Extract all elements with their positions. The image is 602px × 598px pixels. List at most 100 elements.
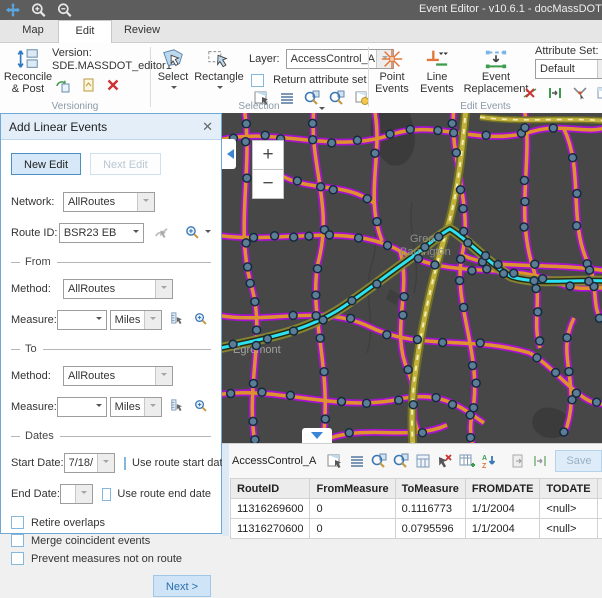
end-date-combo[interactable] (60, 484, 94, 504)
use-route-start-checkbox[interactable] (124, 457, 126, 470)
table-layer-name[interactable]: AccessControl_A (232, 455, 316, 467)
from-measure-select-icon[interactable] (170, 312, 184, 328)
next-button[interactable]: Next > (153, 575, 211, 597)
merge-coincident-checkbox[interactable] (11, 534, 24, 547)
to-unit-dropdown[interactable]: Miles (110, 397, 162, 417)
map-zoom-out-button[interactable]: − (252, 169, 284, 199)
reconcile-icon[interactable] (55, 77, 71, 93)
to-method-caret[interactable] (155, 367, 172, 385)
tab-edit[interactable]: Edit (58, 20, 112, 43)
from-measure-combo[interactable] (57, 310, 107, 330)
prevent-measures-checkbox[interactable] (11, 552, 24, 565)
column-frommeasure[interactable]: FromMeasure (310, 479, 395, 499)
pan-icon[interactable] (4, 2, 22, 18)
route-zoom-icon[interactable] (185, 225, 200, 241)
select-features-icon[interactable] (327, 453, 343, 469)
map-zoom-in-button[interactable]: + (252, 140, 284, 170)
collapse-table-button[interactable] (302, 428, 332, 443)
split-measure-icon[interactable] (532, 453, 548, 469)
delete-event-icon[interactable] (522, 85, 538, 101)
rectangle-button[interactable]: Rectangle (193, 46, 245, 98)
new-edit-button[interactable]: New Edit (11, 153, 81, 175)
calculate-icon[interactable] (415, 453, 431, 469)
from-measure-label: Measure: (11, 314, 57, 326)
route-zoom-caret[interactable] (205, 230, 211, 236)
to-measure-zoom-icon[interactable] (194, 399, 208, 415)
close-icon[interactable]: ✕ (202, 119, 213, 135)
end-date-caret[interactable] (75, 485, 92, 503)
from-unit-dropdown[interactable]: Miles (110, 310, 162, 330)
ribbon: Reconcile & Post Version: SDE.MASSDOT_ed… (0, 43, 602, 114)
table-row[interactable]: 11316269600 0 0.1116773 1/1/2004 <null> … (231, 499, 602, 519)
version-label: Version: (52, 47, 152, 60)
column-accesscontrol[interactable]: AC (597, 479, 602, 499)
line-events-button[interactable]: Line Events (415, 46, 459, 98)
network-dropdown[interactable]: AllRoutes (63, 192, 155, 212)
table-toolbar: AccessControl_A AZ Save (232, 449, 602, 473)
new-version-icon[interactable] (80, 77, 96, 93)
attribute-set-caret[interactable] (597, 60, 602, 78)
pan-selection-icon[interactable] (393, 453, 409, 469)
group-versioning: Reconcile & Post Version: SDE.MASSDOT_ed… (0, 43, 150, 113)
collapse-panel-button[interactable] (222, 139, 236, 169)
chevron-left-icon (222, 149, 234, 159)
attribute-set-dropdown[interactable]: Default (535, 59, 602, 79)
event-window-icon[interactable] (597, 85, 602, 101)
attribute-list-icon[interactable] (349, 453, 365, 469)
delete-version-icon[interactable] (105, 77, 121, 93)
to-measure-caret[interactable] (92, 404, 106, 410)
retire-overlaps-label: Retire overlaps (31, 517, 105, 529)
zoom-in-icon[interactable] (30, 2, 48, 18)
panel-title: Add Linear Events (9, 120, 202, 134)
from-method-label: Method: (11, 283, 63, 295)
retire-overlaps-checkbox[interactable] (11, 516, 24, 529)
merge-event-icon[interactable] (572, 85, 588, 101)
from-measure-caret[interactable] (92, 317, 106, 323)
from-unit-caret[interactable] (144, 311, 161, 329)
route-id-combo[interactable]: BSR23 EB (59, 223, 144, 243)
tab-map[interactable]: Map (10, 20, 56, 41)
map-canvas[interactable]: Egremont Great Barrington + − (222, 113, 602, 443)
return-attribute-set-checkbox[interactable] (251, 74, 264, 87)
svg-text:A: A (482, 455, 487, 462)
reconcile-post-button[interactable]: Reconcile & Post (2, 46, 54, 98)
reconcile-post-icon (2, 47, 54, 71)
page-forward-icon[interactable] (510, 453, 526, 469)
start-date-caret[interactable] (97, 454, 114, 472)
use-route-end-checkbox[interactable] (102, 488, 111, 501)
select-button[interactable]: Select (153, 46, 193, 98)
column-fromdate[interactable]: FROMDATE (465, 479, 540, 499)
add-record-icon[interactable] (459, 453, 475, 469)
clear-selection-icon[interactable] (437, 453, 453, 469)
tab-review[interactable]: Review (114, 20, 170, 41)
route-id-label: Route ID: (11, 227, 59, 239)
route-select-icon[interactable] (154, 225, 169, 241)
versioning-group-label: Versioning (0, 101, 150, 112)
table-row[interactable]: 11316270600 0 0.0795596 1/1/2004 <null> … (231, 519, 602, 539)
from-section-label: From (25, 256, 51, 268)
event-editor-window: Event Editor - v10.6.1 - docMassDOTM Map… (0, 0, 602, 535)
network-caret[interactable] (137, 193, 154, 211)
split-event-icon[interactable] (547, 85, 563, 101)
route-id-caret[interactable] (129, 230, 143, 236)
from-method-dropdown[interactable]: AllRoutes (63, 279, 173, 299)
point-events-button[interactable]: Point Events (371, 46, 413, 98)
line-events-icon (415, 47, 459, 71)
dates-section-label: Dates (25, 430, 54, 442)
zoom-selection-icon[interactable] (371, 453, 387, 469)
column-todate[interactable]: TODATE (540, 479, 597, 499)
to-method-dropdown[interactable]: AllRoutes (63, 366, 173, 386)
to-measure-combo[interactable] (57, 397, 107, 417)
to-unit-caret[interactable] (144, 398, 161, 416)
start-date-combo[interactable]: 7/18/ (64, 453, 115, 473)
from-method-caret[interactable] (155, 280, 172, 298)
rectangle-dropdown-caret[interactable] (217, 86, 223, 92)
network-label: Network: (11, 196, 63, 208)
column-tomeasure[interactable]: ToMeasure (395, 479, 465, 499)
sort-icon[interactable]: AZ (481, 453, 497, 469)
to-measure-select-icon[interactable] (170, 399, 184, 415)
from-measure-zoom-icon[interactable] (194, 312, 208, 328)
column-routeid[interactable]: RouteID (231, 479, 310, 499)
zoom-out-icon[interactable] (56, 2, 74, 18)
select-dropdown-caret[interactable] (171, 86, 177, 92)
